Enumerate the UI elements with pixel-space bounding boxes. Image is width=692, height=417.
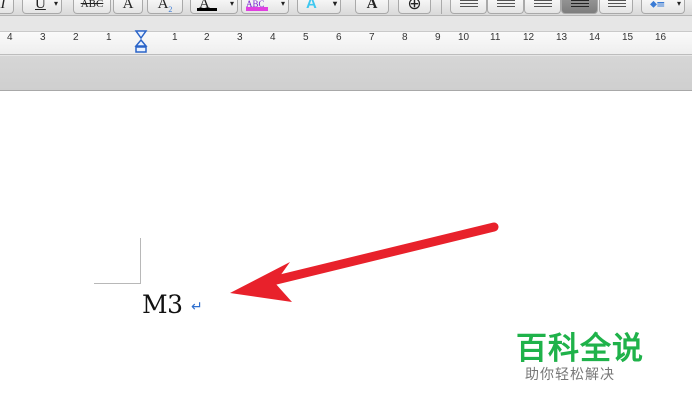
- watermark-title: 百科全说: [516, 331, 644, 367]
- watermark-subtitle: 助你轻松解决: [525, 367, 615, 383]
